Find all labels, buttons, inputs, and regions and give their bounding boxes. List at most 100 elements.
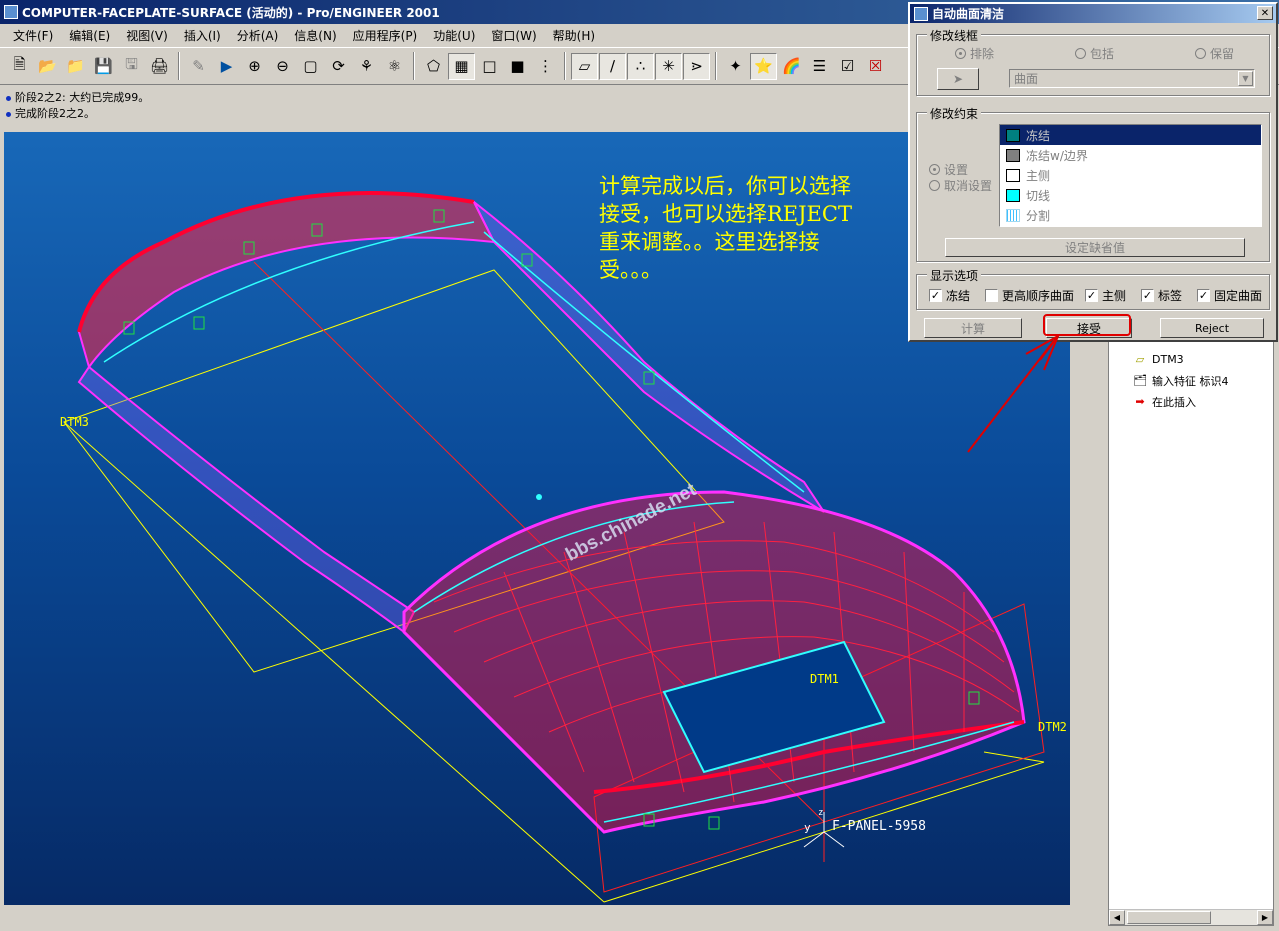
scroll-left-icon[interactable]: ◀: [1109, 910, 1125, 925]
bullet-icon: [6, 111, 11, 117]
select-icon[interactable]: ✦: [722, 53, 749, 80]
reject-button[interactable]: Reject: [1160, 318, 1264, 338]
radio-unset[interactable]: 取消设置: [929, 177, 992, 194]
menu-file[interactable]: 文件(F): [6, 25, 60, 46]
list-item-label: 主侧: [1026, 168, 1051, 183]
tree-item-insert-here[interactable]: ➡ 在此插入: [1109, 391, 1273, 412]
sketch-icon[interactable]: ✎: [185, 53, 212, 80]
select-value: 曲面: [1014, 72, 1039, 86]
check-master[interactable]: ✓ 主侧: [1085, 287, 1126, 304]
list-item-split[interactable]: 分割: [1000, 205, 1261, 225]
radio-button[interactable]: [1075, 48, 1086, 59]
radio-label: 设置: [944, 163, 969, 177]
open-icon[interactable]: 📂: [34, 53, 61, 80]
datum-label-dtm3: DTM3: [60, 415, 89, 429]
orient-icon[interactable]: ⟳: [325, 53, 352, 80]
list-item-master[interactable]: 主侧: [1000, 165, 1261, 185]
message-text: 完成阶段2之2。: [15, 107, 95, 120]
select-pick-button[interactable]: ➤: [937, 68, 979, 90]
menu-window[interactable]: 窗口(W): [484, 25, 543, 46]
radio-set[interactable]: 设置: [929, 161, 968, 178]
menu-utilities[interactable]: 功能(U): [426, 25, 482, 46]
radio-button[interactable]: [955, 48, 966, 59]
csys-label: F-PANEL-5958: [832, 819, 926, 834]
tree-item-dtm3[interactable]: ▱ DTM3: [1109, 349, 1273, 370]
save-copy-icon[interactable]: 🖫: [118, 53, 145, 80]
print-icon[interactable]: 🖨: [146, 53, 173, 80]
menu-applications[interactable]: 应用程序(P): [346, 25, 425, 46]
folder-icon[interactable]: 📁: [62, 53, 89, 80]
checkbox[interactable]: ✓: [1141, 289, 1154, 302]
list-item-tangent[interactable]: 切线: [1000, 185, 1261, 205]
tree-item-import-feature[interactable]: 🗂 输入特征 标识4: [1109, 370, 1273, 391]
auto-surface-cleanup-dialog: 自动曲面清洁 ✕ 修改线框 排除 包括 保留 ➤ 曲面 ▼ 修改约束 设置 取消…: [908, 2, 1278, 342]
new-icon[interactable]: 🗎: [6, 53, 33, 80]
model-tree-icon[interactable]: ⋮: [532, 53, 559, 80]
menu-edit[interactable]: 编辑(E): [62, 25, 117, 46]
checkbox[interactable]: ✓: [929, 289, 942, 302]
list-item-label: 冻结: [1026, 128, 1051, 143]
checkbox[interactable]: ✓: [1085, 289, 1098, 302]
constraint-listbox[interactable]: 冻结 冻结w/边界 主侧 切线 分割: [999, 124, 1262, 227]
datum-plane-icon: ▱: [1135, 353, 1145, 366]
radio-button[interactable]: [929, 164, 940, 175]
wireframe-icon[interactable]: ⬠: [420, 53, 447, 80]
zoom-out-icon[interactable]: ⊖: [269, 53, 296, 80]
appearance-icon[interactable]: ⚛: [381, 53, 408, 80]
radio-button[interactable]: [929, 180, 940, 191]
color-icon[interactable]: 🌈: [778, 53, 805, 80]
no-hidden-icon[interactable]: □: [476, 53, 503, 80]
list-item-freeze-boundary[interactable]: 冻结w/边界: [1000, 145, 1261, 165]
toolbar-separator: [413, 52, 415, 80]
check-labels[interactable]: ✓ 标签: [1141, 287, 1182, 304]
group-label: 修改线框: [927, 27, 982, 44]
scroll-thumb[interactable]: [1127, 911, 1211, 924]
play-icon[interactable]: ▶: [213, 53, 240, 80]
surface-type-select[interactable]: 曲面 ▼: [1009, 69, 1255, 88]
checkbox-label: 冻结: [946, 289, 971, 303]
check-higher-order[interactable]: 更高顺序曲面: [985, 287, 1074, 304]
radio-exclude[interactable]: 排除: [955, 45, 994, 62]
datum-plane-icon[interactable]: ▱: [571, 52, 598, 80]
hidden-line-icon[interactable]: ▦: [448, 52, 475, 80]
menu-view[interactable]: 视图(V): [119, 25, 175, 46]
radio-keep[interactable]: 保留: [1195, 45, 1234, 62]
status-bar: [0, 905, 1100, 931]
checkbox-label: 标签: [1158, 289, 1183, 303]
horizontal-scrollbar[interactable]: ◀ ▶: [1109, 909, 1273, 925]
layers-icon[interactable]: ☰: [806, 53, 833, 80]
list-item-label: 冻结w/边界: [1026, 148, 1088, 163]
radio-include[interactable]: 包括: [1075, 45, 1114, 62]
chevron-down-icon[interactable]: ▼: [1238, 71, 1253, 86]
color-swatch: [1006, 188, 1020, 202]
close-icon[interactable]: ✕: [1257, 6, 1273, 20]
scroll-right-icon[interactable]: ▶: [1257, 910, 1273, 925]
modify-constraints-group: 修改约束 设置 取消设置 冻结 冻结w/边界 主侧 切线 分割 设定缺省值: [916, 105, 1270, 262]
menu-insert[interactable]: 插入(I): [177, 25, 228, 46]
shading-icon[interactable]: ■: [504, 53, 531, 80]
set-default-button[interactable]: 设定缺省值: [945, 238, 1245, 257]
spin-icon[interactable]: ⚘: [353, 53, 380, 80]
radio-label: 取消设置: [944, 179, 993, 193]
query-icon[interactable]: ⭐: [750, 52, 777, 80]
check-icon[interactable]: ☑: [834, 53, 861, 80]
checkbox[interactable]: ✓: [1197, 289, 1210, 302]
menu-analysis[interactable]: 分析(A): [230, 25, 286, 46]
dialog-app-icon: [914, 6, 928, 21]
datum-csys-icon[interactable]: ✳: [655, 52, 682, 80]
list-item-freeze[interactable]: 冻结: [1000, 125, 1261, 145]
menu-info[interactable]: 信息(N): [287, 25, 343, 46]
radio-button[interactable]: [1195, 48, 1206, 59]
zoom-fit-icon[interactable]: ▢: [297, 53, 324, 80]
zoom-in-icon[interactable]: ⊕: [241, 53, 268, 80]
menu-help[interactable]: 帮助(H): [546, 25, 602, 46]
check-freeze[interactable]: ✓ 冻结: [929, 287, 970, 304]
spin-center-icon[interactable]: ⋗: [683, 52, 710, 80]
checkbox[interactable]: [985, 289, 998, 302]
save-icon[interactable]: 💾: [90, 53, 117, 80]
close-icon[interactable]: ☒: [862, 53, 889, 80]
datum-point-icon[interactable]: ∴: [627, 52, 654, 80]
left-rail-surface: [77, 365, 416, 634]
datum-axis-icon[interactable]: ∕: [599, 52, 626, 80]
check-fixed-surface[interactable]: ✓ 固定曲面: [1197, 287, 1262, 304]
